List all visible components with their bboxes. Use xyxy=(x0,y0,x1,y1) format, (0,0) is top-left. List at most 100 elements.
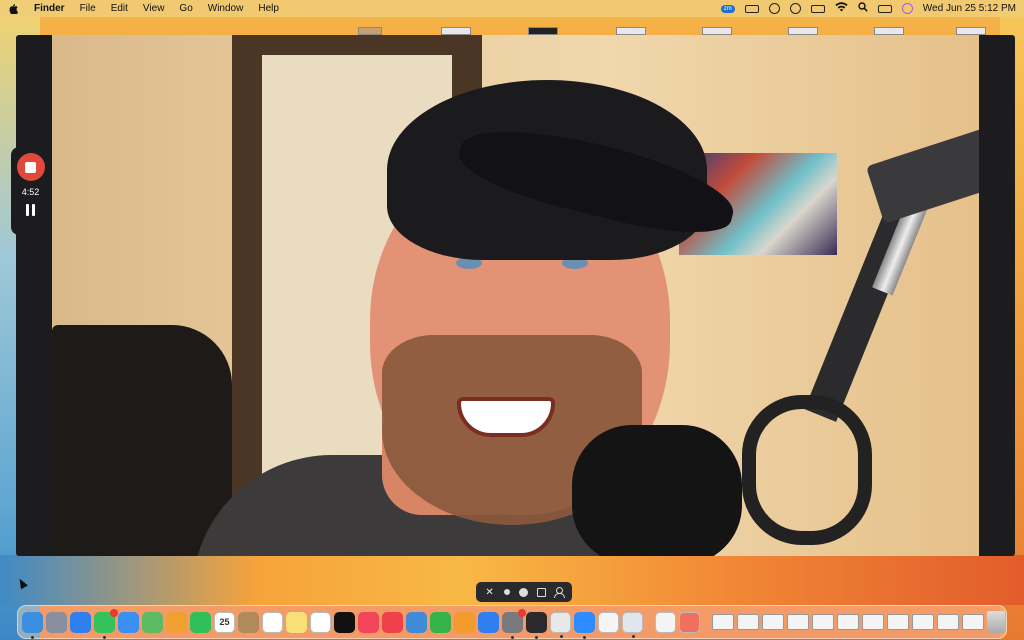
active-app-name[interactable]: Finder xyxy=(34,3,65,14)
messages-icon[interactable] xyxy=(94,608,118,639)
camera-toolbar: ✕ xyxy=(476,582,572,602)
fullscreen-button[interactable] xyxy=(534,585,548,599)
safari-icon[interactable] xyxy=(70,611,91,633)
battery-icon[interactable] xyxy=(810,4,825,13)
running-indicator xyxy=(511,635,514,639)
person-button[interactable] xyxy=(551,585,565,599)
desktop-file-thumbnail[interactable] xyxy=(528,27,558,35)
chrome-icon[interactable] xyxy=(550,611,571,638)
running-indicator xyxy=(632,634,635,638)
calendar-icon[interactable]: 25 xyxy=(214,611,235,633)
close-camera-button[interactable]: ✕ xyxy=(483,585,497,599)
dock-file-thumbnail[interactable] xyxy=(887,614,909,630)
news-icon[interactable] xyxy=(382,611,403,633)
help-icon[interactable] xyxy=(679,611,700,633)
fullscreen-icon xyxy=(536,587,546,597)
control-center-icon[interactable] xyxy=(877,4,892,13)
recording-timer: 4:52 xyxy=(21,187,40,197)
stop-recording-button[interactable] xyxy=(16,153,45,181)
running-indicator xyxy=(103,635,106,639)
person-icon xyxy=(553,587,565,598)
desktop-file-thumbnail[interactable] xyxy=(358,27,382,35)
app-store-icon[interactable] xyxy=(478,611,499,633)
menu-help[interactable]: Help xyxy=(258,3,279,14)
notification-badge xyxy=(518,608,526,617)
dock-file-thumbnail[interactable] xyxy=(837,614,859,630)
mic-shock-mount xyxy=(742,395,872,545)
menu-edit[interactable]: Edit xyxy=(111,3,128,14)
running-indicator xyxy=(535,635,538,639)
pencil-icon[interactable] xyxy=(598,611,619,633)
finder-icon[interactable] xyxy=(22,611,43,639)
dock-file-thumbnail[interactable] xyxy=(812,614,834,630)
desktop-file-thumbnail[interactable] xyxy=(441,27,471,35)
spotlight-search-icon[interactable] xyxy=(858,2,868,15)
menu-window[interactable]: Window xyxy=(208,3,244,14)
tv-icon[interactable] xyxy=(334,611,355,633)
screen-record-status-icon[interactable] xyxy=(744,4,759,13)
zoom-icon[interactable] xyxy=(574,611,595,639)
recording-control-panel: 4:52 xyxy=(11,147,50,235)
menubar-clock[interactable]: Wed Jun 25 5:12 PM xyxy=(923,3,1016,14)
desktop-file-thumbnail[interactable] xyxy=(788,27,818,35)
trash-icon[interactable] xyxy=(987,611,1005,633)
play-status-icon[interactable] xyxy=(768,3,780,14)
document-icon[interactable] xyxy=(655,611,676,633)
menu-bar: Finder File Edit View Go Window Help zm … xyxy=(0,0,1024,17)
music-icon[interactable] xyxy=(358,611,379,633)
reminders-icon[interactable] xyxy=(262,611,283,633)
dock-file-thumbnail[interactable] xyxy=(787,614,809,630)
notification-badge xyxy=(110,608,118,617)
small-circle-icon xyxy=(503,589,510,595)
dock-file-thumbnail[interactable] xyxy=(937,614,959,630)
desktop-file-thumbnail[interactable] xyxy=(874,27,904,35)
contacts-icon[interactable] xyxy=(238,611,259,633)
dock-file-thumbnail[interactable] xyxy=(737,614,759,630)
pages-icon[interactable] xyxy=(454,611,475,633)
notes-icon[interactable] xyxy=(286,611,307,633)
small-size-button[interactable] xyxy=(500,585,514,599)
running-indicator xyxy=(583,635,586,639)
dock-file-thumbnail[interactable] xyxy=(962,614,984,630)
apple-menu-icon[interactable] xyxy=(8,3,18,14)
menu-file[interactable]: File xyxy=(80,3,96,14)
background-chair xyxy=(52,325,232,556)
person-mouth xyxy=(457,397,555,437)
system-settings-icon[interactable] xyxy=(502,608,526,639)
dock-file-thumbnail[interactable] xyxy=(712,614,734,630)
pause-recording-button[interactable] xyxy=(24,204,38,218)
maps-icon[interactable] xyxy=(142,611,163,633)
siri-icon[interactable] xyxy=(901,3,913,14)
dock-file-thumbnail[interactable] xyxy=(762,614,784,630)
desktop-file-thumbnail[interactable] xyxy=(616,27,646,35)
running-indicator xyxy=(560,634,563,638)
final-cut-icon[interactable] xyxy=(526,611,547,639)
screen-recorder-icon[interactable] xyxy=(622,611,643,638)
calendar-date-label: 25 xyxy=(219,617,230,627)
mic-arm-head xyxy=(865,126,979,224)
facetime-icon[interactable] xyxy=(190,611,211,633)
user-status-icon[interactable] xyxy=(789,3,801,14)
large-size-button[interactable] xyxy=(517,585,531,599)
dock: 25 xyxy=(17,605,1007,639)
keynote-icon[interactable] xyxy=(406,611,427,633)
zoom-status-icon[interactable]: zm xyxy=(720,4,735,13)
desktop-file-thumbnail[interactable] xyxy=(956,27,986,35)
desktop-file-thumbnail[interactable] xyxy=(702,27,732,35)
freeform-icon[interactable] xyxy=(310,611,331,633)
photos-icon[interactable] xyxy=(166,611,187,633)
mail-icon[interactable] xyxy=(118,611,139,633)
running-indicator xyxy=(31,635,34,639)
camera-preview-window[interactable] xyxy=(16,35,1015,556)
wifi-icon[interactable] xyxy=(835,2,848,15)
dock-file-thumbnail[interactable] xyxy=(912,614,934,630)
dock-file-thumbnail[interactable] xyxy=(862,614,884,630)
numbers-icon[interactable] xyxy=(430,611,451,633)
launchpad-icon[interactable] xyxy=(46,611,67,633)
webcam-video-feed xyxy=(52,35,979,556)
microphone xyxy=(572,425,742,556)
menu-go[interactable]: Go xyxy=(179,3,192,14)
pause-icon-bar xyxy=(32,204,35,216)
menu-view[interactable]: View xyxy=(143,3,165,14)
stop-icon xyxy=(25,161,36,173)
